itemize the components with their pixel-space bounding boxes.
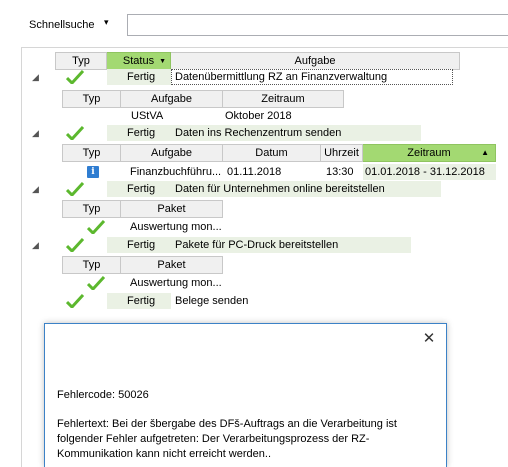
detail-header-zeitraum[interactable]: Zeitraum ▲ [363, 144, 496, 162]
task-cell[interactable]: Daten für Unternehmen online bereitstell… [171, 181, 441, 197]
detail-cell-zeitraum: Oktober 2018 [225, 110, 292, 122]
search-bar: Schnellsuche ▾ [0, 0, 508, 46]
task-cell[interactable]: Daten ins Rechenzentrum senden [171, 125, 421, 141]
check-icon [66, 182, 86, 198]
detail-header-zeitraum[interactable]: Zeitraum [223, 90, 344, 108]
detail-cell-paket: Auswertung mon... [130, 277, 222, 289]
detail-header-uhrzeit[interactable]: Uhrzeit [321, 144, 363, 162]
collapse-icon[interactable]: ◢ [32, 184, 39, 195]
task-cell[interactable]: Belege senden [171, 293, 371, 309]
detail-header-zeitraum-label: Zeitraum [407, 147, 451, 159]
detail-header-paket[interactable]: Paket [121, 200, 223, 218]
detail-cell-uhrzeit: 13:30 [326, 166, 354, 178]
status-cell: Fertig [107, 69, 171, 85]
column-header-status-label: Status [122, 55, 155, 67]
column-header-typ[interactable]: Typ [55, 52, 107, 70]
task-cell[interactable]: Datenübermittlung RZ an Finanzverwaltung [171, 69, 453, 85]
status-cell: Fertig [107, 237, 171, 253]
error-code: Fehlercode: 50026 [57, 389, 149, 401]
detail-header-aufgabe[interactable]: Aufgabe [121, 90, 223, 108]
detail-cell-datum: 01.11.2018 [227, 166, 282, 178]
column-header-typ-label: Typ [72, 55, 90, 67]
sort-ascending-icon: ▲ [481, 148, 489, 157]
column-header-status[interactable]: Status ▼ [107, 52, 171, 70]
status-cell: Fertig [107, 181, 171, 197]
detail-cell-zeitraum: 01.01.2018 - 31.12.2018 [363, 164, 496, 180]
detail-header-paket[interactable]: Paket [121, 256, 223, 274]
collapse-icon[interactable]: ◢ [32, 240, 39, 251]
column-header-aufgabe-label: Aufgabe [294, 55, 336, 67]
detail-cell-paket: Auswertung mon... [130, 221, 222, 233]
detail-cell-aufgabe: Finanzbuchführu... [130, 166, 222, 178]
detail-header-typ[interactable]: Typ [62, 200, 121, 218]
error-text: Fehlertext: Bei der šbergabe des DFš-Auf… [57, 418, 397, 460]
status-cell: Fertig [107, 293, 171, 309]
sort-descending-icon: ▼ [159, 58, 166, 65]
collapse-icon[interactable]: ◢ [32, 128, 39, 139]
task-cell[interactable]: Pakete für PC-Druck bereitstellen [171, 237, 411, 253]
detail-header-datum[interactable]: Datum [223, 144, 321, 162]
error-dialog: ✕ Fehlercode: 50026 Fehlertext: Bei der … [44, 323, 447, 467]
check-icon [66, 126, 86, 142]
check-icon [66, 294, 86, 310]
detail-header-typ[interactable]: Typ [62, 90, 121, 108]
column-header-aufgabe[interactable]: Aufgabe [171, 52, 460, 70]
check-icon [66, 238, 86, 254]
search-input[interactable] [127, 14, 508, 36]
chevron-down-icon[interactable]: ▾ [104, 17, 109, 28]
check-icon [87, 220, 107, 236]
info-icon: i [87, 166, 99, 178]
check-icon [87, 276, 107, 292]
search-label: Schnellsuche [29, 19, 95, 31]
detail-header-typ[interactable]: Typ [62, 256, 121, 274]
check-icon [66, 70, 86, 86]
status-cell: Fertig [107, 125, 171, 141]
detail-cell-aufgabe: UStVA [131, 110, 164, 122]
collapse-icon[interactable]: ◢ [32, 72, 39, 83]
detail-header-aufgabe[interactable]: Aufgabe [121, 144, 223, 162]
detail-header-typ[interactable]: Typ [62, 144, 121, 162]
close-icon[interactable]: ✕ [420, 330, 438, 348]
